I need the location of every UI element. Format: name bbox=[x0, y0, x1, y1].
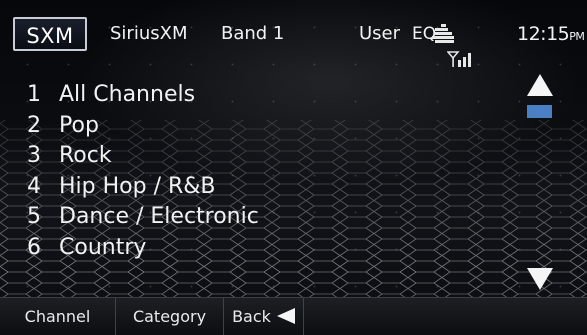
category-button-label: Category bbox=[132, 307, 207, 326]
up-arrow-icon[interactable] bbox=[527, 74, 553, 96]
clock-ampm: PM bbox=[569, 30, 585, 43]
sxm-screen: SXM SiriusXM Band 1 User EQ 12:15PM 1 All… bbox=[0, 0, 587, 335]
list-item[interactable]: 6 Country bbox=[27, 233, 259, 264]
item-number: 1 bbox=[27, 82, 41, 107]
back-arrow-icon bbox=[276, 308, 295, 324]
item-number: 4 bbox=[27, 173, 41, 199]
item-number: 5 bbox=[27, 204, 41, 230]
item-label: All Channels bbox=[59, 82, 196, 107]
clock: 12:15PM bbox=[517, 17, 585, 51]
band-label: Band 1 bbox=[221, 23, 285, 44]
item-label: Rock bbox=[59, 143, 112, 169]
channel-button-label: Channel bbox=[24, 307, 91, 326]
category-list: 1 All Channels 2 Pop 3 Rock 4 Hip Hop / R&B … bbox=[27, 80, 259, 264]
item-label: Country bbox=[59, 234, 147, 260]
list-item[interactable]: 2 Pop bbox=[27, 111, 259, 142]
preset-bank-label: User bbox=[359, 23, 401, 44]
item-number: 3 bbox=[27, 143, 41, 169]
back-button-label: Back bbox=[232, 307, 271, 326]
list-item[interactable]: 1 All Channels bbox=[27, 80, 259, 111]
clock-time: 12:15 bbox=[517, 23, 570, 45]
eq-icon bbox=[432, 24, 454, 43]
item-label: Hip Hop / R&B bbox=[59, 173, 216, 199]
back-button[interactable]: Back bbox=[224, 298, 304, 335]
list-item[interactable]: 4 Hip Hop / R&B bbox=[27, 172, 259, 203]
item-label: Dance / Electronic bbox=[59, 204, 259, 230]
empty-soft-key bbox=[304, 298, 587, 335]
item-label: Pop bbox=[59, 112, 99, 138]
signal-strength-icon bbox=[447, 51, 471, 67]
channel-button[interactable]: Channel bbox=[0, 298, 116, 335]
list-item[interactable]: 3 Rock bbox=[27, 141, 259, 172]
down-arrow-icon[interactable] bbox=[527, 268, 553, 290]
station-name: SiriusXM bbox=[110, 23, 188, 44]
list-item[interactable]: 5 Dance / Electronic bbox=[27, 202, 259, 233]
scrollbar-thumb[interactable] bbox=[527, 105, 552, 118]
sxm-source-button[interactable]: SXM bbox=[13, 17, 87, 51]
item-number: 6 bbox=[27, 234, 41, 260]
category-button[interactable]: Category bbox=[116, 298, 224, 335]
item-number: 2 bbox=[27, 112, 41, 138]
soft-key-bar: Channel Category Back bbox=[0, 297, 587, 335]
